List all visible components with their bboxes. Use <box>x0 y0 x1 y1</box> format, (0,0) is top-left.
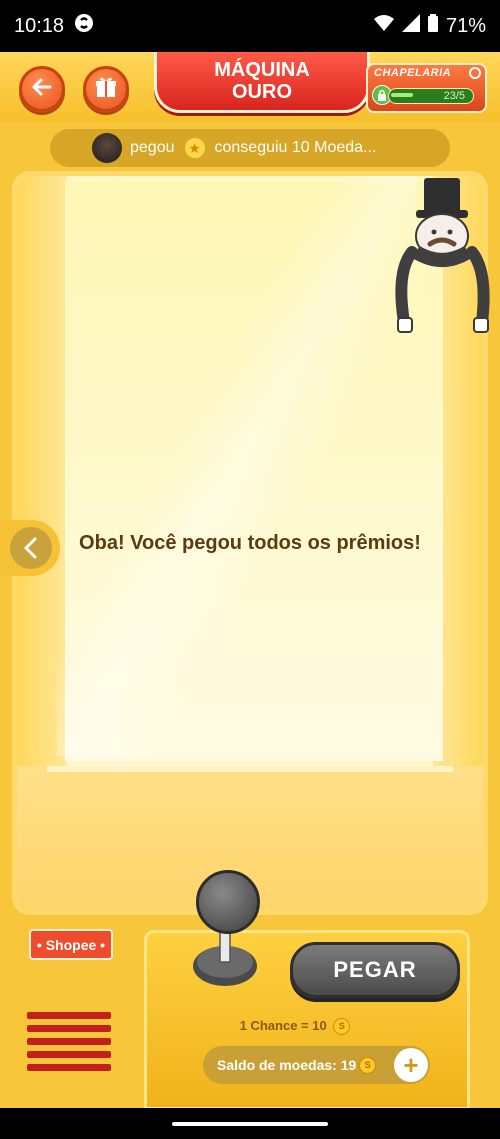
gift-icon <box>94 75 118 104</box>
add-coins-button[interactable]: + <box>394 1048 428 1082</box>
page-title: MÁQUINA OURO <box>154 52 370 113</box>
chapelaria-label: CHAPELARIA <box>374 67 452 79</box>
arrow-left-icon <box>30 75 54 104</box>
previous-machine-button[interactable] <box>0 520 60 576</box>
avatar <box>92 133 122 163</box>
joystick[interactable] <box>190 925 260 986</box>
joystick-knob[interactable] <box>196 870 260 934</box>
system-nav-bar <box>0 1108 500 1139</box>
coin-icon: S <box>333 1018 351 1036</box>
decorative-stripes <box>27 1012 111 1080</box>
floor-edge <box>47 766 453 772</box>
chapelaria-progress-bar: 23/5 <box>388 88 474 104</box>
battery-percent: 71% <box>445 14 486 37</box>
medal-icon: ★ <box>184 138 205 158</box>
winner-ticker: pegou ★ conseguiu 10 Moeda... <box>50 129 450 167</box>
glass-reflection <box>57 176 417 756</box>
gift-button[interactable] <box>83 66 129 112</box>
claw-mascot-icon <box>394 172 490 342</box>
wifi-icon <box>373 14 394 38</box>
coin-icon: S <box>359 1056 377 1074</box>
clock: 10:18 <box>14 14 65 37</box>
shazam-icon <box>74 13 94 39</box>
shopee-logo: • Shopee • <box>29 929 113 960</box>
empty-machine-message: Oba! Você pegou todos os prêmios! <box>79 532 421 554</box>
ticker-user: pegou <box>130 139 175 156</box>
chevron-left-icon <box>10 527 52 569</box>
coin-balance: Saldo de moedas: 19 S + <box>203 1046 430 1084</box>
balance-text: Saldo de moedas: 19 <box>217 1057 357 1073</box>
chance-cost: 1 Chance = 10 S <box>200 1018 390 1036</box>
title-line-2: OURO <box>232 81 292 103</box>
ticker-message: conseguiu 10 Moeda... <box>214 139 377 156</box>
progress-fill <box>391 93 413 97</box>
notification-dot-icon <box>469 67 481 79</box>
home-handle[interactable] <box>172 1122 328 1126</box>
back-button[interactable] <box>19 66 65 112</box>
grab-button[interactable]: PEGAR <box>290 942 460 998</box>
chapelaria-button[interactable]: CHAPELARIA 23/5 <box>366 63 487 113</box>
title-line-1: MÁQUINA <box>214 59 310 81</box>
status-bar: 10:18 71% <box>0 0 500 52</box>
signal-icon <box>401 14 420 38</box>
chapelaria-progress-text: 23/5 <box>443 90 465 102</box>
battery-icon <box>427 14 438 38</box>
chance-text: 1 Chance = 10 <box>239 1018 327 1033</box>
